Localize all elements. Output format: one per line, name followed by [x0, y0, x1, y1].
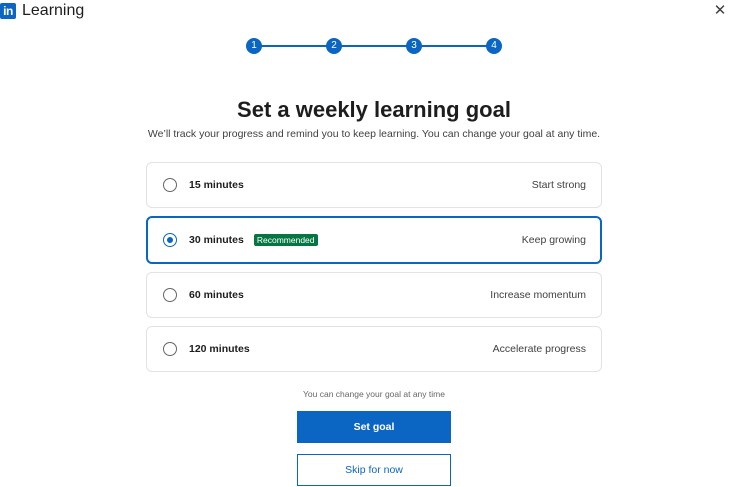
goal-option-description: Accelerate progress [492, 343, 586, 355]
stepper-track [254, 45, 494, 47]
page-title: Set a weekly learning goal [237, 97, 511, 122]
step-1: 1 [246, 38, 262, 54]
goal-option-description: Increase momentum [490, 289, 586, 301]
goal-option-description: Start strong [531, 179, 586, 191]
step-3: 3 [406, 38, 422, 54]
radio-15[interactable] [163, 178, 177, 192]
skip-for-now-button[interactable]: Skip for now [297, 454, 451, 486]
step-4: 4 [486, 38, 502, 54]
close-icon: ✕ [713, 2, 727, 19]
goal-option-30[interactable]: 30 minutes Recommended Keep growing [146, 216, 602, 264]
linkedin-logo-icon: in [0, 3, 16, 19]
goal-option-label: 30 minutes [189, 234, 244, 246]
change-goal-note: You can change your goal at any time [303, 389, 445, 399]
linkedin-learning-logo: in Learning [0, 2, 84, 20]
goal-option-label: 120 minutes [189, 343, 250, 355]
goal-option-label: 60 minutes [189, 289, 244, 301]
goal-option-60[interactable]: 60 minutes Increase momentum [146, 272, 602, 318]
goal-option-120[interactable]: 120 minutes Accelerate progress [146, 326, 602, 372]
recommended-badge: Recommended [253, 234, 318, 246]
set-goal-button[interactable]: Set goal [297, 411, 451, 443]
progress-stepper: 1 2 3 4 [246, 38, 502, 54]
radio-30[interactable] [163, 233, 177, 247]
goal-option-description: Keep growing [521, 234, 586, 246]
goal-option-label: 15 minutes [189, 179, 244, 191]
page-subtitle: We’ll track your progress and remind you… [147, 128, 601, 140]
goal-options: 15 minutes Start strong 30 minutes Recom… [146, 162, 602, 380]
radio-120[interactable] [163, 342, 177, 356]
goal-option-15[interactable]: 15 minutes Start strong [146, 162, 602, 208]
close-button[interactable]: ✕ [710, 0, 730, 20]
step-2: 2 [326, 38, 342, 54]
radio-60[interactable] [163, 288, 177, 302]
app-title: Learning [22, 2, 85, 19]
